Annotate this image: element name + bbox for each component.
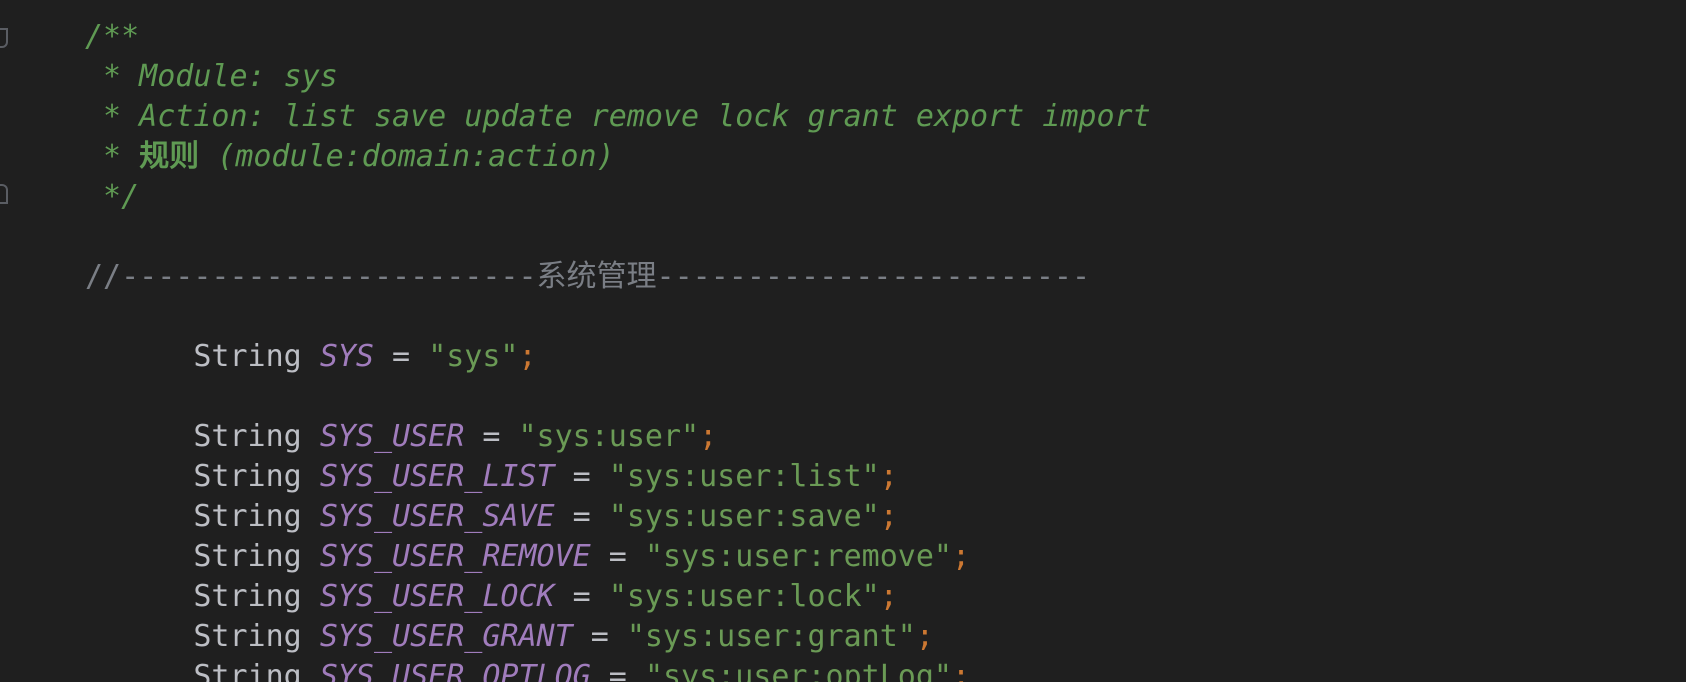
code-area[interactable]: /** * Module: sys * Action: list save up…	[85, 17, 1151, 682]
constant-name-head: SYS_USER_	[319, 659, 483, 682]
comment-rule-line: * 规则 (module:domain:action)	[85, 137, 1151, 177]
constant-name: SYS_USER_REMOVE	[319, 539, 591, 574]
semicolon: ;	[951, 659, 971, 682]
declaration-line: String SYS_USER = "sys:user";	[85, 377, 1151, 454]
assign-operator: =	[554, 579, 609, 614]
code-editor[interactable]: /** * Module: sys * Action: list save up…	[0, 0, 1686, 682]
assign-operator: =	[464, 419, 519, 454]
type-keyword: String	[193, 579, 302, 614]
separator-right: ------------------------	[656, 259, 1091, 294]
string-value: "sys:user:grant"	[626, 619, 916, 654]
assign-operator: =	[590, 539, 645, 574]
type-keyword: String	[193, 539, 302, 574]
semicolon: ;	[951, 539, 971, 574]
constant-name: SYS_USER	[319, 419, 465, 454]
constant-name: SYS_USER_LOCK	[319, 579, 555, 614]
constant-name: SYS	[319, 339, 374, 374]
assign-operator: =	[554, 459, 609, 494]
semicolon: ;	[879, 499, 898, 534]
string-value: "sys:user:list"	[608, 459, 880, 494]
comment-rule-suffix: (module:domain:action)	[199, 139, 615, 174]
comment-rule-prefix: *	[85, 139, 140, 174]
constant-name: SYS_USER_SAVE	[319, 499, 555, 534]
string-value: "sys:user:remove"	[644, 539, 952, 574]
constant-name: SYS_USER_GRANT	[319, 619, 573, 654]
constant-name: SYS_USER_OPTLOG	[320, 659, 591, 682]
type-keyword: String	[193, 459, 302, 494]
typo-warning-squiggle[interactable]: OPTLOG	[482, 659, 590, 682]
assign-operator: =	[374, 339, 429, 374]
semicolon: ;	[518, 339, 537, 374]
type-keyword: String	[193, 659, 302, 682]
assign-operator: =	[590, 659, 645, 682]
assign-operator: =	[572, 619, 627, 654]
assign-operator: =	[554, 499, 609, 534]
semicolon: ;	[699, 419, 718, 454]
comment-action-line: * Action: list save update remove lock g…	[85, 99, 1151, 134]
string-value: "sys:user:lock"	[608, 579, 880, 614]
semicolon: ;	[879, 579, 898, 614]
type-keyword: String	[193, 339, 302, 374]
type-keyword: String	[193, 619, 302, 654]
string-value: "sys"	[428, 339, 519, 374]
type-keyword: String	[193, 419, 302, 454]
semicolon: ;	[879, 459, 898, 494]
fold-start-icon[interactable]	[0, 28, 8, 48]
comment-rule-word: 规则	[139, 139, 200, 174]
string-value: "sys:user:save"	[608, 499, 880, 534]
type-keyword: String	[193, 499, 302, 534]
section-separator: //-----------------------系统管理-----------…	[85, 257, 1151, 297]
comment-open: /**	[85, 19, 140, 54]
constant-name: SYS_USER_LIST	[319, 459, 555, 494]
declaration-line: String SYS = "sys";	[85, 297, 1151, 374]
comment-close: */	[85, 179, 140, 214]
string-value: "sys:user:optLog"	[644, 659, 952, 682]
separator-left: //-----------------------	[85, 259, 537, 294]
fold-end-icon[interactable]	[0, 184, 8, 204]
string-value: "sys:user"	[518, 419, 700, 454]
separator-label: 系统管理	[536, 259, 657, 294]
comment-module-line: * Module: sys	[85, 59, 338, 94]
semicolon: ;	[915, 619, 934, 654]
